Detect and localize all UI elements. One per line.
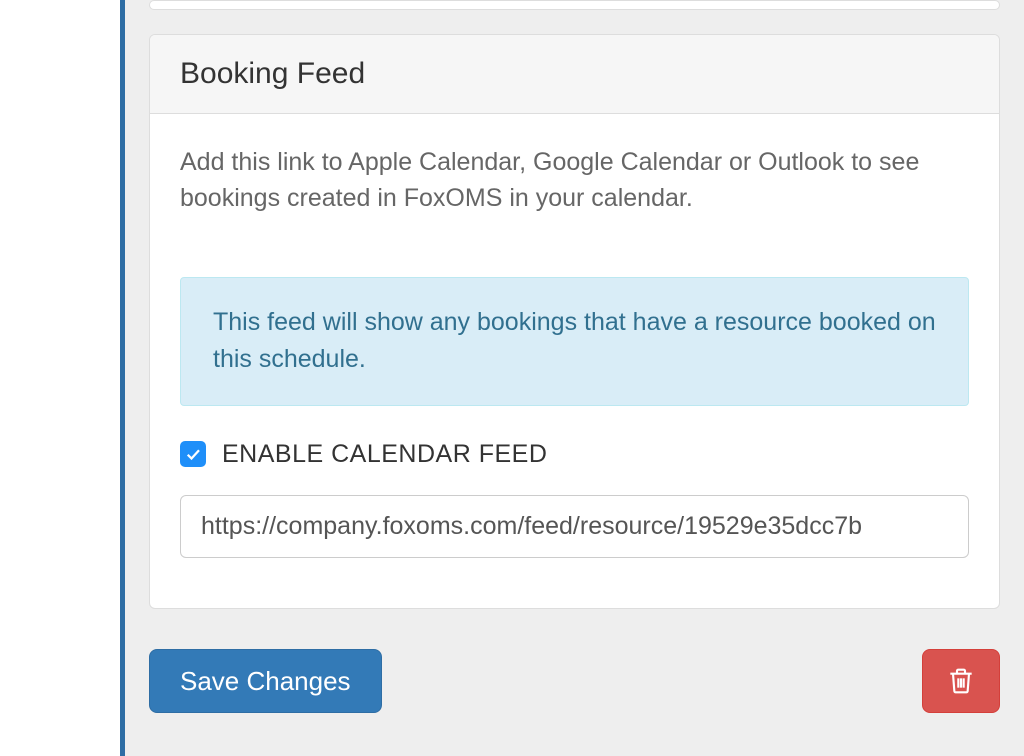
panel-header: Booking Feed <box>150 35 999 114</box>
left-gutter <box>0 0 120 756</box>
previous-panel-edge <box>149 0 1000 10</box>
checkmark-icon <box>184 445 202 463</box>
panel-title: Booking Feed <box>180 57 969 91</box>
action-row: Save Changes <box>149 649 1000 713</box>
feed-url-input[interactable] <box>180 495 969 558</box>
enable-feed-label: ENABLE CALENDAR FEED <box>222 440 547 469</box>
page-root: Booking Feed Add this link to Apple Cale… <box>0 0 1024 756</box>
booking-feed-panel: Booking Feed Add this link to Apple Cale… <box>149 34 1000 609</box>
delete-button[interactable] <box>922 649 1000 713</box>
save-button[interactable]: Save Changes <box>149 649 382 713</box>
trash-icon <box>945 664 977 698</box>
info-alert-text: This feed will show any bookings that ha… <box>213 304 936 379</box>
info-alert: This feed will show any bookings that ha… <box>180 277 969 406</box>
panel-description: Add this link to Apple Calendar, Google … <box>180 144 969 217</box>
main-column: Booking Feed Add this link to Apple Cale… <box>120 0 1024 756</box>
enable-feed-row: ENABLE CALENDAR FEED <box>180 440 969 469</box>
enable-feed-checkbox[interactable] <box>180 441 206 467</box>
panel-body: Add this link to Apple Calendar, Google … <box>150 114 999 608</box>
